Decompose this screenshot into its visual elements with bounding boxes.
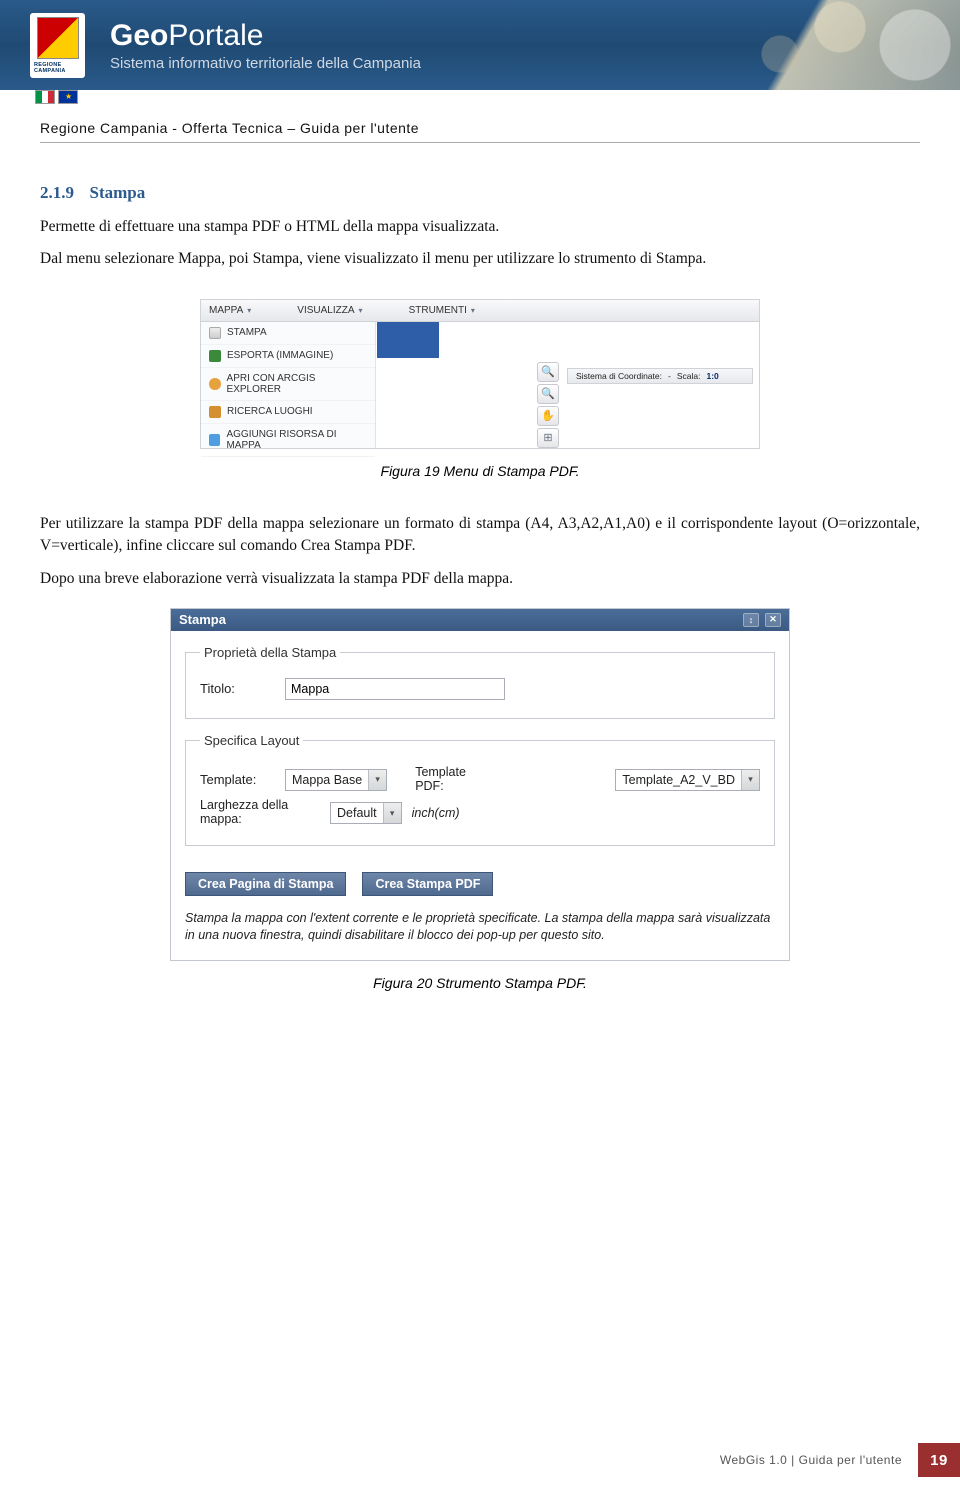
paragraph-4: Dopo una breve elaborazione verrà visual… [40,568,920,590]
chevron-down-icon [383,803,401,823]
scala-value: 1:0 [706,371,718,381]
larghezza-select[interactable]: Default [330,802,402,824]
paragraph-3: Per utilizzare la stampa PDF della mappa… [40,513,920,558]
fieldset-layout: Specifica Layout Template: Mappa Base Te… [185,733,775,846]
fieldset-proprieta: Proprietà della Stampa Titolo: [185,645,775,719]
templatepdf-select[interactable]: Template_A2_V_BD [615,769,760,791]
portal-title-block: GeoPortale Sistema informativo territori… [110,19,421,72]
dialog-buttons: Crea Pagina di Stampa Crea Stampa PDF [171,850,789,904]
menu-item-aggiungi[interactable]: AGGIUNGI RISORSA DI MAPPA [201,424,375,457]
breadcrumb: Regione Campania - Offerta Tecnica – Gui… [0,90,960,142]
chevron-down-icon [741,770,759,790]
chevron-down-icon [368,770,386,790]
footer-text: WebGis 1.0 | Guida per l'utente [720,1453,902,1467]
paragraph-2: Dal menu selezionare Mappa, poi Stampa, … [40,248,920,270]
zoom-in-button[interactable]: 🔍 [537,362,559,382]
label-titolo: Titolo: [200,681,275,696]
menu-item-label: APRI CON ARCGIS EXPLORER [227,373,367,395]
fig19-dropdown-panel: STAMPA ESPORTA (IMMAGINE) APRI CON ARCGI… [201,322,376,448]
menu-mappa[interactable]: MAPPA [209,305,251,316]
crea-pagina-button[interactable]: Crea Pagina di Stampa [185,872,346,896]
figure-20-dialog: Stampa ↕ ✕ Proprietà della Stampa Titolo… [170,608,790,961]
figure-20-caption: Figura 20 Strumento Stampa PDF. [40,975,920,991]
section-number: 2.1.9 [40,183,74,202]
figure-19-screenshot: MAPPA VISUALIZZA STRUMENTI STAMPA ESPORT… [200,299,760,449]
shield-label: REGIONE CAMPANIA [34,62,81,74]
figure-19-caption: Figura 19 Menu di Stampa PDF. [40,463,920,479]
close-icon[interactable]: ✕ [765,613,781,627]
titolo-input[interactable] [285,678,505,700]
coord-label: Sistema di Coordinate: [576,371,662,381]
scala-label: Scala: [677,371,701,381]
template-select[interactable]: Mappa Base [285,769,387,791]
shield-icon [37,17,79,59]
menu-item-stampa[interactable]: STAMPA [201,322,375,345]
portal-title-bold: Geo [110,19,168,52]
larghezza-unit: inch(cm) [412,806,460,820]
menu-strumenti[interactable]: STRUMENTI [409,305,475,316]
menu-item-label: ESPORTA (IMMAGINE) [227,350,333,361]
portal-title-light: Portale [168,19,263,52]
menu-item-label: RICERCA LUOGHI [227,406,313,417]
globe-icon [209,378,221,390]
template-value: Mappa Base [286,773,368,787]
dialog-title: Stampa [179,612,226,627]
larghezza-value: Default [331,806,383,820]
print-icon [209,327,221,339]
dialog-titlebar: Stampa ↕ ✕ [171,609,789,631]
menu-item-label: STAMPA [227,327,267,338]
portal-subtitle: Sistema informativo territoriale della C… [110,55,421,72]
label-templatepdf: Template PDF: [415,766,485,794]
section-title: Stampa [90,183,146,202]
menu-visualizza[interactable]: VISUALIZZA [297,305,362,316]
dialog-note: Stampa la mappa con l'extent corrente e … [171,904,789,944]
status-sep: - [668,371,671,381]
flag-eu-icon [58,90,78,104]
templatepdf-value: Template_A2_V_BD [616,773,741,787]
add-icon [209,434,220,446]
region-shield-logo: REGIONE CAMPANIA [30,13,85,78]
menu-item-label: AGGIUNGI RISORSA DI MAPPA [226,429,367,451]
document-body: 2.1.9 Stampa Permette di effettuare una … [0,181,960,991]
zoom-out-button[interactable]: 🔍 [537,384,559,404]
fig19-statusbar: Sistema di Coordinate: - Scala: 1:0 [567,368,753,384]
page-number: 19 [918,1443,960,1477]
paragraph-1: Permette di effettuare una stampa PDF o … [40,216,920,238]
flag-italy-icon [35,90,55,104]
label-larghezza: Larghezza della mappa: [200,799,320,827]
portal-title: GeoPortale [110,19,421,53]
legend-layout: Specifica Layout [200,733,303,748]
flags-bar [35,90,78,104]
maximize-icon[interactable]: ↕ [743,613,759,627]
crea-pdf-button[interactable]: Crea Stampa PDF [362,872,493,896]
fig19-map-area [377,322,439,358]
menu-item-arcgis[interactable]: APRI CON ARCGIS EXPLORER [201,368,375,401]
fig19-menubar: MAPPA VISUALIZZA STRUMENTI [201,300,759,322]
page-footer: WebGis 1.0 | Guida per l'utente 19 [0,1443,960,1477]
menu-item-ricerca[interactable]: RICERCA LUOGHI [201,401,375,424]
menu-item-esporta[interactable]: ESPORTA (IMMAGINE) [201,345,375,368]
legend-proprieta: Proprietà della Stampa [200,645,340,660]
header-banner: REGIONE CAMPANIA GeoPortale Sistema info… [0,0,960,90]
divider [40,142,920,143]
search-icon [209,406,221,418]
fig19-tool-column: 🔍 🔍 ✋ ⊞ [537,362,559,448]
extent-button[interactable]: ⊞ [537,428,559,448]
label-template: Template: [200,772,275,787]
pan-button[interactable]: ✋ [537,406,559,426]
export-icon [209,350,221,362]
